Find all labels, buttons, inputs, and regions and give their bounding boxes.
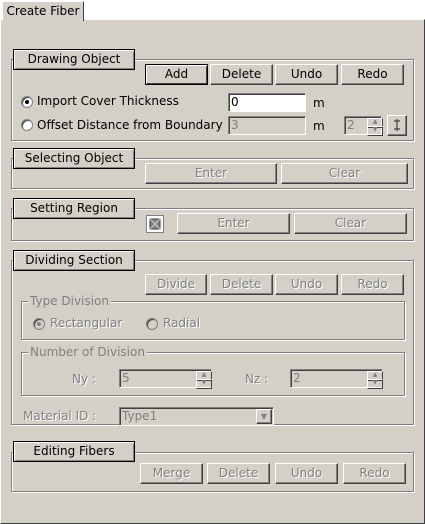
chevron-down-icon[interactable]: ▼ <box>256 409 272 424</box>
dividing-delete-button[interactable]: Delete <box>210 274 273 295</box>
offset-count-spinner[interactable]: ▲ ▼ <box>367 118 383 136</box>
divide-button[interactable]: Divide <box>145 274 207 295</box>
ruler-icon <box>394 119 400 131</box>
redo-button[interactable]: Redo <box>341 64 404 85</box>
import-cover-radio[interactable] <box>21 96 33 108</box>
offset-distance-label: Offset Distance from Boundary <box>37 118 223 132</box>
spin-down-icon[interactable]: ▼ <box>367 379 383 389</box>
setting-region-header: Setting Region <box>13 198 135 219</box>
radial-radio[interactable] <box>146 318 158 330</box>
dividing-undo-button[interactable]: Undo <box>275 274 338 295</box>
number-division-legend: Number of Division <box>28 345 147 359</box>
tab-create-fiber[interactable]: Create Fiber <box>2 1 84 21</box>
import-cover-label: Import Cover Thickness <box>37 94 179 108</box>
offset-distance-radio[interactable] <box>21 119 33 131</box>
material-id-label: Material ID : <box>23 409 97 423</box>
pick-distance-button[interactable] <box>387 115 407 136</box>
dividing-redo-button[interactable]: Redo <box>341 274 404 295</box>
selecting-enter-button[interactable]: Enter <box>145 163 277 184</box>
editing-delete-button[interactable]: Delete <box>207 463 270 484</box>
region-enter-button[interactable]: Enter <box>177 213 290 234</box>
spin-down-icon[interactable]: ▼ <box>196 379 212 389</box>
offset-distance-unit: m <box>313 119 325 133</box>
import-cover-input[interactable]: 0 <box>228 93 306 112</box>
material-id-select[interactable]: Type1 <box>119 407 274 426</box>
delete-button[interactable]: Delete <box>210 64 273 85</box>
nz-label: Nz : <box>245 372 269 386</box>
editing-undo-button[interactable]: Undo <box>275 463 338 484</box>
region-toggle[interactable] <box>146 215 164 233</box>
rectangular-label: Rectangular <box>50 316 123 330</box>
region-select-icon <box>149 218 161 230</box>
ny-spinner[interactable]: ▲ ▼ <box>196 371 212 389</box>
undo-button[interactable]: Undo <box>275 64 338 85</box>
drawing-object-header: Drawing Object <box>13 49 135 70</box>
region-clear-button[interactable]: Clear <box>294 213 407 234</box>
nz-spinner[interactable]: ▲ ▼ <box>367 371 383 389</box>
merge-button[interactable]: Merge <box>140 463 203 484</box>
add-button[interactable]: Add <box>145 64 208 85</box>
dividing-section-header: Dividing Section <box>13 250 135 271</box>
radial-label: Radial <box>163 316 201 330</box>
type-division-legend: Type Division <box>28 294 111 308</box>
editing-redo-button[interactable]: Redo <box>343 463 406 484</box>
spin-down-icon[interactable]: ▼ <box>367 126 383 136</box>
editing-fibers-header: Editing Fibers <box>13 441 135 462</box>
selecting-object-header: Selecting Object <box>13 148 135 169</box>
import-cover-unit: m <box>313 96 325 110</box>
offset-distance-input[interactable]: 3 <box>228 116 306 135</box>
rectangular-radio[interactable] <box>33 318 45 330</box>
selecting-clear-button[interactable]: Clear <box>281 163 408 184</box>
ny-label: Ny : <box>72 372 96 386</box>
